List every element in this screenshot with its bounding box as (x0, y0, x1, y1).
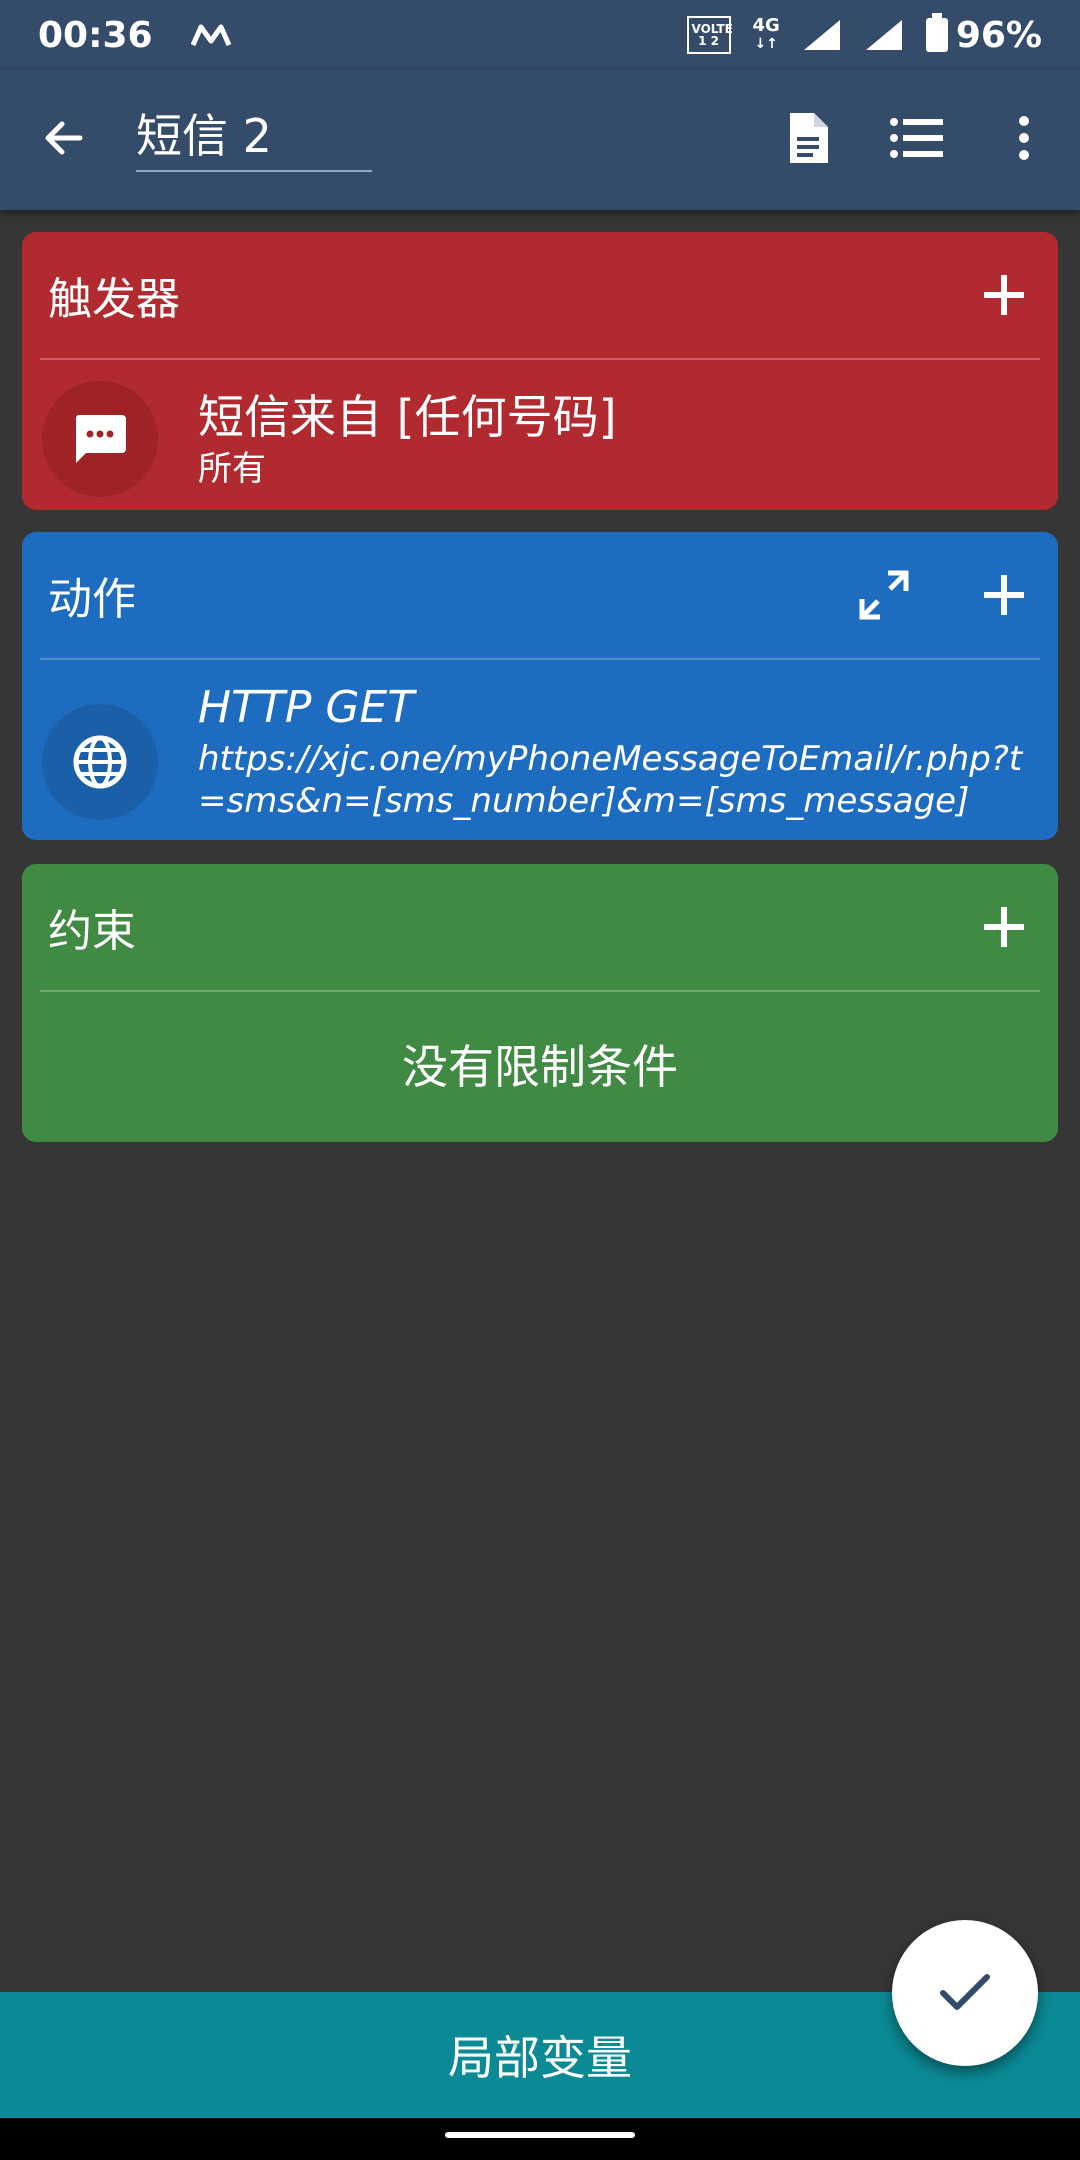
trigger-item-subtitle: 所有 (198, 449, 266, 489)
add-constraint-button[interactable] (976, 899, 1032, 955)
action-item[interactable]: HTTP GET https://xjc.one/myPhoneMessageT… (22, 660, 1058, 838)
action-card: 动作 HTTP GET https://xjc.one/myPhoneMessa… (22, 532, 1058, 840)
sms-icon (42, 381, 158, 497)
back-arrow-icon[interactable] (36, 110, 92, 166)
more-vert-icon[interactable] (992, 106, 1056, 170)
no-constraints-text: 没有限制条件 (402, 1040, 678, 1094)
status-time: 00:36 (38, 14, 153, 56)
trigger-card: 触发器 短信来自 [任何号码] 所有 (22, 232, 1058, 510)
constraint-title: 约束 (48, 906, 136, 957)
action-title: 动作 (48, 574, 136, 625)
m-logo-icon (190, 23, 231, 47)
add-action-button[interactable] (976, 567, 1032, 623)
action-header: 动作 (22, 532, 1058, 658)
expand-icon[interactable] (856, 567, 912, 623)
system-nav-bar (0, 2118, 1080, 2160)
signal-sim2-icon (865, 20, 902, 50)
globe-icon (42, 704, 158, 820)
add-trigger-button[interactable] (976, 267, 1032, 323)
constraint-card: 约束 没有限制条件 (22, 864, 1058, 1142)
macro-name-input[interactable]: 短信 2 (136, 100, 372, 172)
network-type-icon: 4G ↓↑ (752, 15, 780, 53)
check-icon (940, 1974, 990, 2010)
signal-sim1-icon (803, 20, 840, 50)
trigger-title: 触发器 (48, 274, 180, 325)
trigger-header: 触发器 (22, 232, 1058, 358)
action-item-url: https://xjc.one/myPhoneMessageToEmail/r.… (198, 739, 1023, 821)
volte-icon: VOLTE 1 2 (686, 16, 733, 54)
action-item-title: HTTP GET (198, 682, 415, 733)
constraint-header: 约束 (22, 864, 1058, 990)
document-icon[interactable] (776, 106, 840, 170)
battery-indicator: 96% (925, 13, 1042, 56)
battery-percent: 96% (955, 14, 1042, 56)
trigger-item[interactable]: 短信来自 [任何号码] 所有 (22, 360, 1058, 510)
app-bar: 短信 2 (0, 70, 1080, 210)
home-gesture-handle[interactable] (445, 2132, 635, 2138)
trigger-item-title: 短信来自 [任何号码] (198, 390, 617, 444)
save-fab[interactable] (892, 1920, 1038, 2066)
status-bar: 00:36 VOLTE 1 2 4G ↓↑ 96% (0, 0, 1080, 70)
battery-icon (925, 13, 948, 52)
list-icon[interactable] (884, 106, 948, 170)
